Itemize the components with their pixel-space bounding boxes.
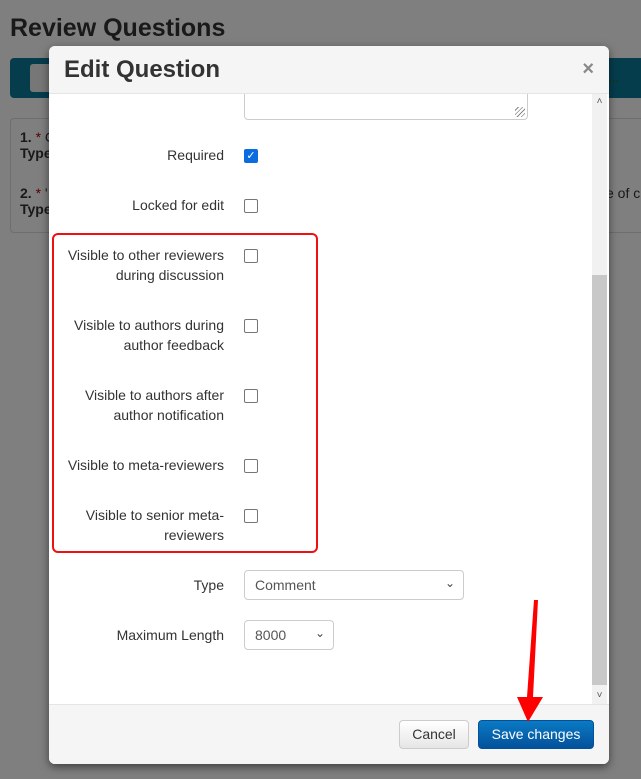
locked-label: Locked for edit — [132, 197, 224, 213]
max-length-select[interactable]: 8000 ⌄ — [244, 620, 334, 650]
locked-checkbox[interactable] — [244, 199, 258, 213]
modal-footer: Cancel Save changes — [49, 704, 609, 764]
chevron-down-icon: ⌄ — [444, 576, 455, 590]
required-checkbox[interactable]: ✓ — [244, 149, 258, 163]
cancel-button[interactable]: Cancel — [399, 720, 469, 749]
modal-body: Required ✓ Locked for edit Visible to oth… — [49, 94, 609, 704]
scrollbar-thumb[interactable] — [592, 275, 607, 685]
highlight-box — [52, 233, 318, 553]
close-icon[interactable]: × — [582, 58, 594, 81]
scroll-down-icon[interactable]: ˅ — [592, 688, 607, 704]
resize-grip-icon[interactable] — [515, 107, 525, 117]
edit-question-modal: Edit Question × Required ✓ Locked for edi… — [49, 46, 609, 764]
description-textarea[interactable] — [244, 94, 528, 120]
save-changes-button[interactable]: Save changes — [478, 720, 594, 749]
chevron-down-icon: ⌄ — [314, 626, 325, 640]
type-select[interactable]: Comment ⌄ — [244, 570, 464, 600]
max-length-label: Maximum Length — [116, 627, 224, 643]
modal-header: Edit Question × — [49, 46, 609, 94]
scrollbar[interactable]: ˄ ˅ — [592, 94, 607, 704]
scroll-up-icon[interactable]: ˄ — [592, 94, 607, 110]
type-label: Type — [193, 577, 224, 593]
modal-title: Edit Question — [64, 56, 220, 83]
required-label: Required — [167, 147, 224, 163]
